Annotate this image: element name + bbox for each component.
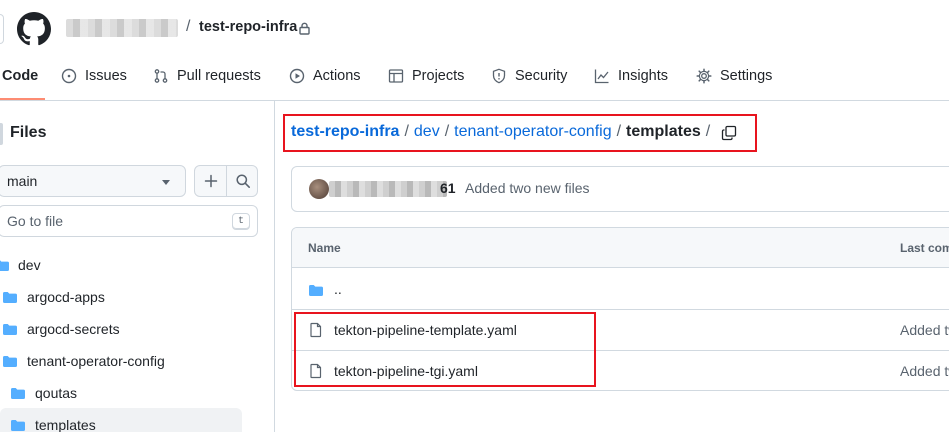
file-commit-message[interactable]: Added tw bbox=[900, 322, 949, 338]
branch-selector[interactable]: main bbox=[0, 165, 186, 197]
go-to-file-input[interactable]: Go to file t bbox=[0, 205, 258, 237]
collapse-panel-icon[interactable] bbox=[0, 123, 3, 145]
branch-name: main bbox=[7, 173, 38, 189]
breadcrumb-highlight-box bbox=[283, 114, 757, 152]
tab-actions-label: Actions bbox=[313, 68, 361, 84]
tab-actions[interactable]: Actions bbox=[289, 68, 361, 84]
pull-request-icon bbox=[154, 69, 168, 83]
file-actions-group bbox=[194, 165, 258, 197]
tree-item-label: tenant-operator-config bbox=[27, 353, 165, 369]
avatar[interactable] bbox=[309, 179, 329, 199]
tree-folder-tenant-operator-config[interactable]: tenant-operator-config bbox=[2, 348, 165, 374]
owner-repo-separator: / bbox=[186, 18, 191, 35]
table-header: Name Last com bbox=[292, 228, 949, 268]
go-to-file-placeholder: Go to file bbox=[7, 213, 64, 229]
lock-icon bbox=[299, 22, 310, 35]
add-file-button[interactable] bbox=[195, 166, 226, 196]
github-logo-icon[interactable] bbox=[17, 12, 51, 46]
repo-name-link[interactable]: test-repo-infra bbox=[199, 19, 297, 35]
play-circle-icon bbox=[289, 68, 305, 84]
tab-code[interactable]: Code bbox=[2, 68, 38, 84]
search-button[interactable] bbox=[227, 166, 258, 196]
parent-directory-row[interactable]: .. bbox=[292, 269, 949, 310]
repo-nav: Code Issues Pull requests Actions Projec… bbox=[0, 56, 949, 101]
active-tab-underline bbox=[0, 98, 45, 100]
latest-commit-box: 61 Added two new files bbox=[291, 166, 949, 212]
file-tree-sidebar: Files main Go to file t dev argocd-apps … bbox=[0, 101, 275, 432]
folder-open-icon bbox=[3, 356, 17, 367]
commit-author-redacted[interactable] bbox=[329, 181, 447, 197]
keyboard-shortcut-hint: t bbox=[232, 213, 250, 230]
column-header-last-commit: Last com bbox=[900, 241, 949, 255]
commit-author-suffix[interactable]: 61 bbox=[440, 180, 456, 196]
top-header: / test-repo-infra bbox=[0, 0, 949, 56]
tree-item-label: argocd-apps bbox=[27, 289, 105, 305]
tab-code-label: Code bbox=[2, 68, 39, 84]
issue-circle-icon bbox=[61, 68, 77, 84]
tree-folder-templates[interactable]: templates bbox=[10, 412, 96, 432]
tab-insights[interactable]: Insights bbox=[594, 68, 668, 84]
graph-icon bbox=[594, 69, 609, 84]
tree-item-label: dev bbox=[18, 257, 41, 273]
file-commit-message[interactable]: Added tw bbox=[900, 363, 949, 379]
tree-folder-dev[interactable]: dev bbox=[0, 252, 41, 278]
tab-security-label: Security bbox=[515, 68, 568, 84]
tree-item-label: qoutas bbox=[35, 385, 78, 401]
tab-security[interactable]: Security bbox=[491, 68, 567, 84]
tab-insights-label: Insights bbox=[618, 68, 668, 84]
tab-settings-label: Settings bbox=[720, 68, 773, 84]
parent-directory-link[interactable]: .. bbox=[334, 281, 342, 297]
files-highlight-box bbox=[294, 312, 596, 387]
tab-issues-label: Issues bbox=[85, 68, 127, 84]
table-icon bbox=[388, 69, 404, 83]
tree-folder-argocd-apps[interactable]: argocd-apps bbox=[2, 284, 105, 310]
tree-item-label: argocd-secrets bbox=[27, 321, 120, 337]
tab-pull-requests[interactable]: Pull requests bbox=[153, 68, 261, 84]
tab-issues[interactable]: Issues bbox=[61, 68, 127, 84]
folder-icon bbox=[11, 388, 25, 399]
folder-open-icon bbox=[11, 420, 25, 431]
tree-folder-qoutas[interactable]: qoutas bbox=[10, 380, 77, 406]
plus-icon bbox=[204, 174, 217, 188]
column-header-name: Name bbox=[308, 241, 341, 255]
tree-folder-argocd-secrets[interactable]: argocd-secrets bbox=[2, 316, 120, 342]
tree-item-label: templates bbox=[35, 417, 96, 432]
commit-message[interactable]: Added two new files bbox=[465, 180, 590, 196]
folder-open-icon bbox=[0, 260, 9, 271]
owner-name-redacted[interactable] bbox=[66, 19, 178, 37]
tab-settings[interactable]: Settings bbox=[696, 68, 772, 84]
sidebar-toggle-button[interactable] bbox=[0, 14, 4, 44]
folder-icon bbox=[309, 285, 323, 296]
folder-icon bbox=[3, 324, 17, 335]
search-icon bbox=[235, 174, 250, 188]
chevron-down-icon bbox=[162, 180, 170, 185]
files-title: Files bbox=[10, 124, 47, 141]
tab-pull-requests-label: Pull requests bbox=[177, 68, 261, 84]
folder-icon bbox=[3, 292, 17, 303]
shield-icon bbox=[492, 68, 506, 84]
tab-projects[interactable]: Projects bbox=[388, 68, 464, 84]
gear-icon bbox=[696, 68, 712, 84]
tab-projects-label: Projects bbox=[412, 68, 465, 84]
